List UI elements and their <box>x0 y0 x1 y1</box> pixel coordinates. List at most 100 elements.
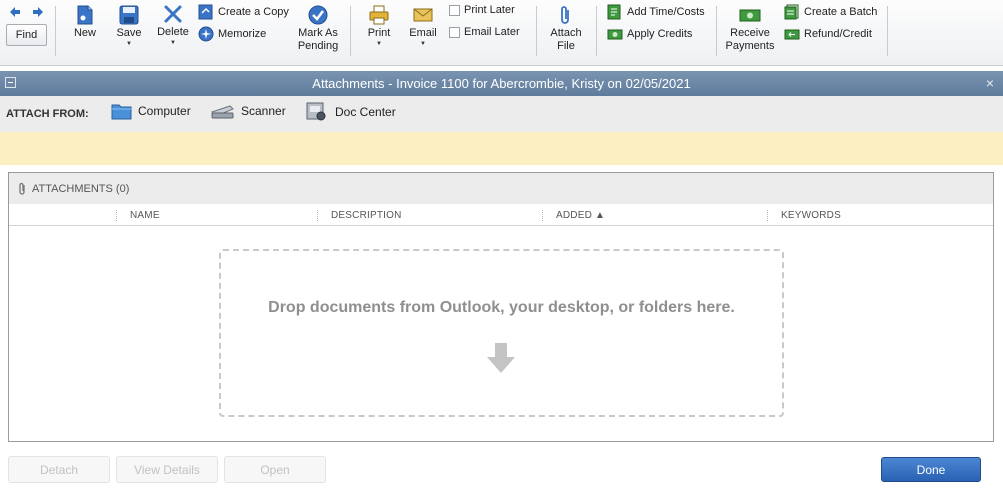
toolbar-divider <box>887 6 888 56</box>
money-icon <box>739 9 761 22</box>
scanner-icon <box>211 105 234 119</box>
window-menu-icon[interactable] <box>5 77 16 88</box>
new-button[interactable]: New <box>70 5 100 40</box>
apply-credits-icon <box>607 29 623 40</box>
open-label: Open <box>260 462 290 477</box>
drop-zone-message: Drop documents from Outlook, your deskto… <box>268 299 735 316</box>
attach-from-scanner[interactable]: Scanner <box>210 102 286 120</box>
view-details-label: View Details <box>134 462 200 477</box>
scanner-label: Scanner <box>241 104 286 118</box>
memorize-button[interactable]: Memorize <box>198 26 266 42</box>
email-later-label: Email Later <box>464 26 520 38</box>
find-label: Find <box>15 29 38 41</box>
attachments-count-label: ATTACHMENTS (0) <box>32 182 130 195</box>
email-dropdown-caret[interactable]: ▼ <box>407 41 439 47</box>
email-later-checkbox[interactable]: Email Later <box>449 26 520 38</box>
add-time-costs-label: Add Time/Costs <box>627 6 705 18</box>
checkmark-icon <box>308 5 328 25</box>
print-label: Print <box>367 27 391 39</box>
column-divider[interactable] <box>542 210 543 221</box>
done-label: Done <box>916 462 946 477</box>
email-label: Email <box>409 27 437 39</box>
print-button[interactable]: Print ▼ <box>365 5 393 47</box>
toolbar-divider <box>350 6 351 56</box>
print-later-check[interactable] <box>449 4 460 16</box>
attachments-header: ATTACHMENTS (0) <box>9 173 993 204</box>
save-label: Save <box>116 27 142 39</box>
notice-bar <box>0 132 1003 165</box>
toolbar-divider <box>536 6 537 56</box>
mark-as-pending-button[interactable]: Mark As Pending <box>295 5 341 53</box>
batch-document-icon <box>784 4 799 20</box>
attach-from-bar: ATTACH FROM: Computer Scanner Doc Center <box>0 96 1003 132</box>
doc-center-icon <box>306 102 326 121</box>
create-batch-label: Create a Batch <box>804 6 878 18</box>
envelope-icon <box>413 8 433 22</box>
create-batch-button[interactable]: Create a Batch <box>784 4 877 20</box>
add-time-costs-button[interactable]: Add Time/Costs <box>607 4 705 20</box>
receive-payments-button[interactable]: Receive Payments <box>724 5 776 53</box>
print-later-label: Print Later <box>464 4 515 16</box>
print-dropdown-caret[interactable]: ▼ <box>365 41 393 47</box>
column-description[interactable]: DESCRIPTION <box>331 210 402 221</box>
refund-credit-button[interactable]: Refund/Credit <box>784 26 872 42</box>
save-disk-icon <box>119 5 139 25</box>
save-button[interactable]: Save ▼ <box>113 5 145 47</box>
apply-credits-label: Apply Credits <box>627 28 693 40</box>
doc-center-label: Doc Center <box>335 105 396 119</box>
attach-from-label: ATTACH FROM: <box>6 108 89 120</box>
email-later-check[interactable] <box>449 26 460 38</box>
computer-label: Computer <box>138 104 191 118</box>
apply-credits-button[interactable]: Apply Credits <box>607 26 692 42</box>
close-icon[interactable]: × <box>986 75 994 91</box>
column-divider[interactable] <box>767 210 768 221</box>
attach-file-button[interactable]: Attach File <box>546 5 586 53</box>
next-arrow-icon[interactable] <box>32 6 44 18</box>
detach-button[interactable]: Detach <box>8 456 110 483</box>
payments-label: Payments <box>725 40 775 52</box>
column-divider[interactable] <box>317 210 318 221</box>
delete-x-icon <box>164 5 182 23</box>
attachments-column-header: NAME DESCRIPTION ADDED ▲ KEYWORDS <box>9 205 993 226</box>
paperclip-icon <box>19 182 25 195</box>
open-button[interactable]: Open <box>224 456 326 483</box>
attach-label: Attach <box>550 27 582 39</box>
window-titlebar[interactable]: Attachments - Invoice 1100 for Abercromb… <box>0 71 1003 96</box>
mark-as-label: Mark As <box>298 27 338 39</box>
new-label: New <box>73 27 96 39</box>
window-title: Attachments - Invoice 1100 for Abercromb… <box>312 76 691 91</box>
paperclip-icon <box>561 6 569 24</box>
previous-arrow-icon[interactable] <box>9 6 21 18</box>
attachments-panel: ATTACHMENTS (0) NAME DESCRIPTION ADDED ▲… <box>8 172 994 442</box>
column-keywords[interactable]: KEYWORDS <box>781 210 841 221</box>
create-copy-label: Create a Copy <box>218 6 289 18</box>
file-label: File <box>557 40 575 52</box>
add-time-costs-icon <box>607 4 621 20</box>
create-copy-button[interactable]: Create a Copy <box>198 4 289 20</box>
view-details-button[interactable]: View Details <box>116 456 218 483</box>
refund-credit-label: Refund/Credit <box>804 28 872 40</box>
toolbar-divider <box>596 6 597 56</box>
print-later-checkbox[interactable]: Print Later <box>449 4 515 16</box>
column-divider[interactable] <box>116 210 117 221</box>
bottom-bar: Detach View Details Open Done <box>0 448 1003 498</box>
column-name[interactable]: NAME <box>130 210 160 221</box>
save-dropdown-caret[interactable]: ▼ <box>113 41 145 47</box>
email-button[interactable]: Email ▼ <box>407 5 439 47</box>
memorize-icon <box>198 26 214 42</box>
column-added[interactable]: ADDED ▲ <box>556 210 605 221</box>
find-button[interactable]: Find <box>6 24 47 46</box>
copy-document-icon <box>198 4 213 20</box>
pending-label: Pending <box>297 40 339 52</box>
memorize-label: Memorize <box>218 28 267 40</box>
toolbar-divider <box>716 6 717 56</box>
refund-credit-icon <box>784 29 800 40</box>
delete-dropdown-caret[interactable]: ▼ <box>155 40 191 46</box>
attach-from-computer[interactable]: Computer <box>111 102 191 120</box>
delete-button[interactable]: Delete ▼ <box>155 4 191 46</box>
new-document-icon <box>77 5 93 25</box>
attach-from-doc-center[interactable]: Doc Center <box>305 102 396 122</box>
done-button[interactable]: Done <box>881 457 981 482</box>
drop-zone[interactable]: Drop documents from Outlook, your deskto… <box>219 249 784 417</box>
toolbar: Find New Save ▼ Delete ▼ Create a Copy M… <box>0 0 1003 66</box>
